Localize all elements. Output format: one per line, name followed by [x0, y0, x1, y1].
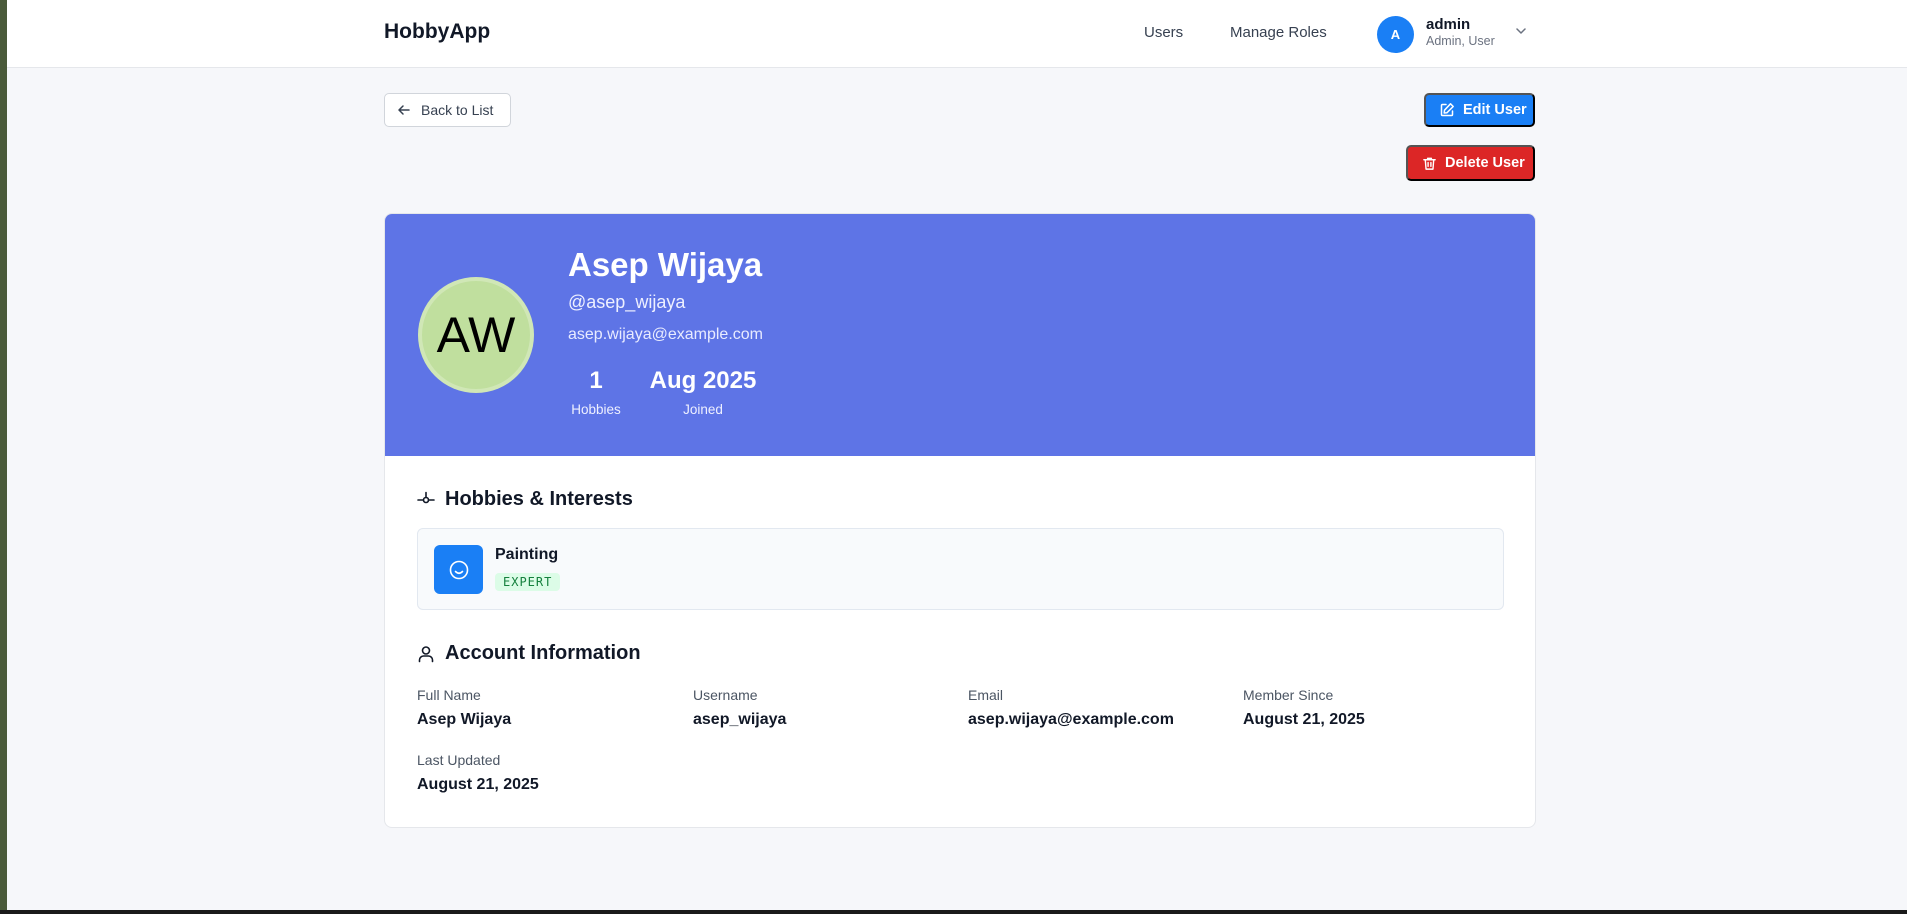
- user-roles: Admin, User: [1426, 34, 1495, 48]
- window-bottom-edge: [0, 910, 1907, 914]
- profile-email: asep.wijaya@example.com: [568, 326, 763, 343]
- edit-user-button[interactable]: Edit User: [1424, 93, 1535, 127]
- field-value: August 21, 2025: [1243, 711, 1365, 728]
- arrow-left-icon: [398, 105, 410, 115]
- field-last-updated: Last Updated August 21, 2025: [417, 752, 539, 794]
- profile-avatar: AW: [418, 277, 534, 393]
- user-name: admin: [1426, 16, 1471, 33]
- top-navbar: HobbyApp Users Manage Roles A admin Admi…: [7, 0, 1907, 68]
- avatar: A: [1377, 16, 1414, 53]
- stat-joined: Aug 2025 Joined: [645, 367, 761, 417]
- trash-icon: [1423, 157, 1436, 170]
- hobby-node-icon: [417, 491, 435, 503]
- profile-header: AW Asep Wijaya @asep_wijaya asep.wijaya@…: [385, 214, 1535, 456]
- hobby-name: Painting: [495, 546, 559, 563]
- user-icon: [418, 645, 434, 662]
- account-title-text: Account Information: [445, 642, 641, 664]
- field-label: Member Since: [1243, 687, 1334, 703]
- nav-users-link[interactable]: Users: [1144, 24, 1183, 41]
- hobbies-section-title: Hobbies & Interests: [417, 488, 633, 511]
- user-profile-card: AW Asep Wijaya @asep_wijaya asep.wijaya@…: [384, 213, 1536, 828]
- field-value: asep.wijaya@example.com: [968, 711, 1174, 728]
- edit-user-label: Edit User: [1463, 102, 1527, 118]
- stat-label: Hobbies: [571, 402, 621, 417]
- field-value: August 21, 2025: [417, 776, 539, 793]
- stat-value: Aug 2025: [649, 367, 757, 394]
- field-username: Username asep_wijaya: [693, 687, 786, 729]
- field-value: Asep Wijaya: [417, 711, 512, 728]
- stat-label: Joined: [683, 402, 723, 417]
- field-email: Email asep.wijaya@example.com: [968, 687, 1174, 729]
- field-label: Username: [693, 687, 758, 703]
- list-item: Painting EXPERT: [417, 528, 1504, 610]
- back-to-list-button[interactable]: Back to List: [384, 93, 511, 127]
- profile-full-name: Asep Wijaya: [568, 246, 763, 283]
- field-label: Full Name: [417, 687, 481, 703]
- field-value: asep_wijaya: [693, 711, 787, 728]
- stat-value: 1: [589, 367, 603, 394]
- smile-icon: [434, 545, 483, 594]
- stat-hobbies: 1 Hobbies: [568, 367, 624, 417]
- delete-user-button[interactable]: Delete User: [1406, 145, 1535, 181]
- delete-user-label: Delete User: [1445, 155, 1525, 171]
- account-section-title: Account Information: [417, 642, 641, 665]
- field-full-name: Full Name Asep Wijaya: [417, 687, 511, 729]
- brand-logo[interactable]: HobbyApp: [384, 20, 490, 44]
- profile-username: @asep_wijaya: [568, 292, 686, 312]
- edit-icon: [1440, 103, 1454, 117]
- field-member-since: Member Since August 21, 2025: [1243, 687, 1365, 729]
- nav-manage-roles-link[interactable]: Manage Roles: [1230, 24, 1327, 41]
- field-label: Email: [968, 687, 1004, 703]
- hobby-level-badge: EXPERT: [495, 573, 561, 591]
- chevron-down-icon[interactable]: [1514, 24, 1528, 38]
- field-label: Last Updated: [417, 752, 501, 768]
- app-viewport: HobbyApp Users Manage Roles A admin Admi…: [7, 0, 1907, 910]
- hobbies-title-text: Hobbies & Interests: [445, 488, 633, 510]
- back-to-list-label: Back to List: [421, 102, 494, 118]
